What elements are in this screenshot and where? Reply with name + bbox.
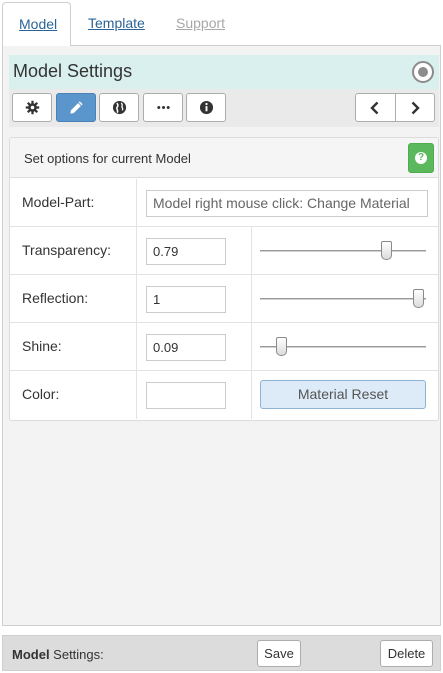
panel-header: Model Settings [9, 55, 439, 89]
delete-button[interactable]: Delete [380, 640, 433, 667]
tab-support[interactable]: Support [160, 2, 241, 46]
pencil-icon [69, 101, 83, 114]
card-heading: Set options for current Model [24, 151, 191, 166]
chevron-left-icon [370, 101, 379, 114]
toolbar [9, 89, 439, 127]
transparency-slider[interactable] [260, 238, 426, 265]
slider-track [260, 298, 426, 300]
reflection-label: Reflection: [22, 290, 89, 306]
globe-icon [112, 100, 126, 115]
shine-row: Shine: 0.09 [10, 323, 438, 371]
reflection-slider[interactable] [260, 286, 426, 313]
model-settings-panel: Model Settings Set options for current M… [2, 46, 441, 626]
shine-slider[interactable] [260, 334, 426, 361]
color-input[interactable] [146, 382, 226, 409]
color-row: Color: Material Reset [10, 371, 438, 419]
shine-input[interactable]: 0.09 [146, 334, 226, 361]
nav-group [355, 93, 435, 122]
tab-model[interactable]: Model [2, 2, 71, 47]
ellipsis-icon [156, 106, 170, 109]
transparency-row: Transparency: 0.79 [10, 227, 438, 275]
column-divider [251, 275, 252, 323]
panel-title: Model Settings [13, 61, 133, 81]
shine-label: Shine: [22, 338, 62, 354]
reflection-row: Reflection: 1 [10, 275, 438, 323]
reflection-input[interactable]: 1 [146, 286, 226, 313]
edit-button[interactable] [56, 93, 96, 122]
footer-label-rest: Settings: [49, 647, 104, 662]
column-divider [136, 371, 137, 419]
footer-label: Model Settings: [12, 647, 104, 662]
info-icon [199, 100, 213, 115]
help-button[interactable]: ? [408, 143, 434, 173]
footer-label-bold: Model [12, 647, 50, 662]
column-divider [251, 323, 252, 371]
model-part-label: Model-Part: [22, 194, 95, 210]
model-part-field[interactable]: Model right mouse click: Change Material [146, 190, 428, 217]
slider-handle[interactable] [275, 337, 287, 356]
settings-button[interactable] [12, 93, 52, 122]
column-divider [251, 227, 252, 275]
question-icon: ? [415, 152, 427, 164]
tab-bar: Model Template Support [2, 2, 441, 47]
info-button[interactable] [186, 93, 226, 122]
more-button[interactable] [143, 93, 183, 122]
material-reset-button[interactable]: Material Reset [260, 380, 426, 409]
card-header: Set options for current Model ? [10, 138, 438, 178]
model-part-row: Model-Part: Model right mouse click: Cha… [10, 179, 438, 227]
footer-bar: Model Settings: Save Delete [2, 635, 441, 671]
options-card: Set options for current Model ? Model-Pa… [9, 137, 439, 421]
transparency-input[interactable]: 0.79 [146, 238, 226, 265]
column-divider [136, 179, 137, 227]
save-button[interactable]: Save [257, 640, 301, 667]
color-label: Color: [22, 386, 60, 402]
slider-track [260, 250, 426, 252]
tab-template[interactable]: Template [72, 2, 161, 46]
column-divider [136, 275, 137, 323]
radio-circle-icon[interactable] [412, 61, 434, 83]
column-divider [251, 371, 252, 419]
transparency-label: Transparency: [22, 242, 111, 258]
globe-button[interactable] [99, 93, 139, 122]
previous-button[interactable] [356, 94, 395, 121]
slider-handle[interactable] [381, 241, 393, 260]
column-divider [136, 323, 137, 371]
slider-handle[interactable] [413, 289, 424, 308]
chevron-right-icon [411, 101, 420, 114]
gear-icon [25, 100, 39, 115]
next-button[interactable] [394, 94, 434, 121]
column-divider [136, 227, 137, 275]
